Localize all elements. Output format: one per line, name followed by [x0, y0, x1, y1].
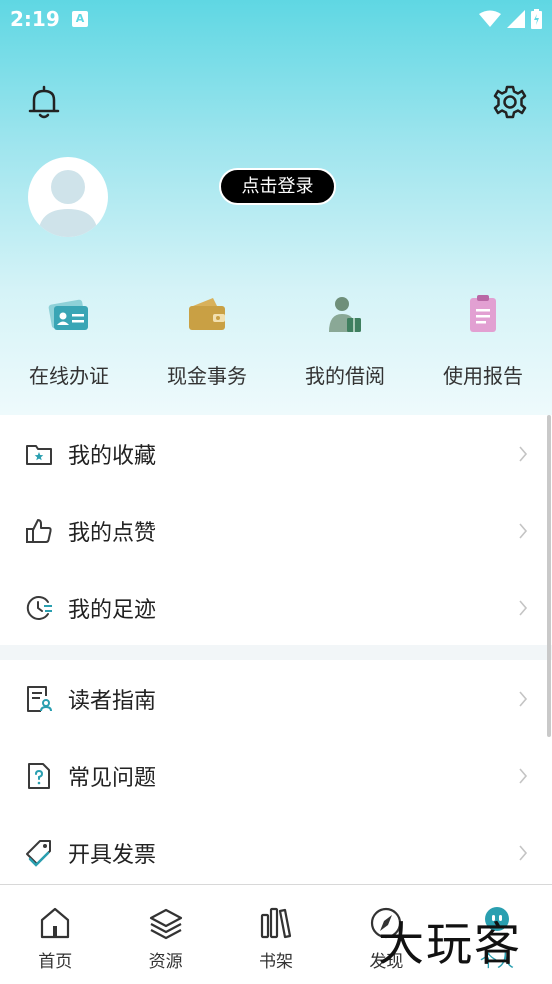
tab-home[interactable]: 首页	[0, 885, 110, 984]
watermark: 大玩客	[378, 917, 522, 971]
tab-resources[interactable]: 资源	[110, 885, 220, 984]
id-card-icon	[48, 299, 88, 330]
chevron-right-icon	[519, 523, 528, 539]
chevron-right-icon	[519, 691, 528, 707]
menu-group-personal: 我的收藏 我的点赞 我的足迹	[0, 415, 552, 646]
bookshelf-icon	[260, 907, 292, 939]
default-user-icon	[38, 170, 98, 237]
tab-label: 资源	[148, 952, 183, 972]
clipboard-report-icon	[470, 295, 496, 332]
folder-star-icon	[26, 444, 52, 465]
menu-item-favorites[interactable]: 我的收藏	[0, 415, 552, 492]
quick-action-borrowing[interactable]: 我的借阅	[276, 290, 414, 400]
quick-action-label: 现金事务	[167, 364, 247, 388]
menu-item-history[interactable]: 我的足迹	[0, 569, 552, 646]
menu-item-faq[interactable]: 常见问题	[0, 737, 552, 814]
menu-item-label: 常见问题	[68, 765, 157, 791]
wallet-icon	[189, 298, 225, 330]
battery-icon	[531, 9, 542, 29]
menu-item-invoice[interactable]: 开具发票	[0, 814, 552, 891]
login-button[interactable]: 点击登录	[219, 168, 336, 205]
menu-item-label: 我的收藏	[68, 443, 157, 469]
menu-item-label: 我的足迹	[68, 597, 157, 623]
scrollbar[interactable]	[547, 415, 551, 737]
notification-bell-icon[interactable]	[26, 84, 62, 120]
quick-actions: 在线办证 现金事务 我的借阅 使用报告	[0, 290, 552, 400]
menu-item-label: 开具发票	[68, 842, 157, 868]
layers-icon	[149, 908, 182, 940]
quick-action-label: 使用报告	[443, 364, 523, 388]
tab-label: 书架	[259, 952, 294, 972]
signal-icon	[507, 10, 525, 28]
reader-book-icon	[329, 297, 361, 332]
status-bar: 2:19 A	[0, 0, 552, 40]
menu-item-label: 读者指南	[68, 688, 157, 714]
chevron-right-icon	[519, 768, 528, 784]
tab-bookshelf[interactable]: 书架	[221, 885, 331, 984]
menu-item-label: 我的点赞	[68, 520, 157, 546]
menu-item-reader-guide[interactable]: 读者指南	[0, 660, 552, 737]
quick-action-usage-report[interactable]: 使用报告	[414, 290, 552, 400]
wifi-icon	[479, 10, 501, 27]
tab-label: 首页	[38, 952, 73, 972]
status-indicators	[479, 9, 542, 29]
question-document-icon	[28, 762, 50, 789]
quick-action-online-card[interactable]: 在线办证	[0, 290, 138, 400]
guide-document-icon	[27, 685, 52, 712]
avatar[interactable]	[28, 157, 108, 237]
menu-item-likes[interactable]: 我的点赞	[0, 492, 552, 569]
quick-action-label: 在线办证	[29, 364, 109, 388]
quick-action-cash[interactable]: 现金事务	[138, 290, 276, 400]
invoice-tag-icon	[26, 839, 51, 867]
chevron-right-icon	[519, 845, 528, 861]
chevron-right-icon	[519, 446, 528, 462]
chevron-right-icon	[519, 600, 528, 616]
section-divider	[0, 645, 552, 660]
notification-app-icon: A	[72, 11, 88, 27]
status-time: 2:19	[10, 7, 60, 31]
quick-action-label: 我的借阅	[305, 364, 385, 388]
thumbs-up-icon	[26, 518, 52, 543]
clock-history-icon	[26, 595, 52, 620]
menu-group-help: 读者指南 常见问题 开具发票	[0, 660, 552, 891]
settings-gear-icon[interactable]	[492, 84, 528, 120]
home-icon	[41, 907, 70, 939]
